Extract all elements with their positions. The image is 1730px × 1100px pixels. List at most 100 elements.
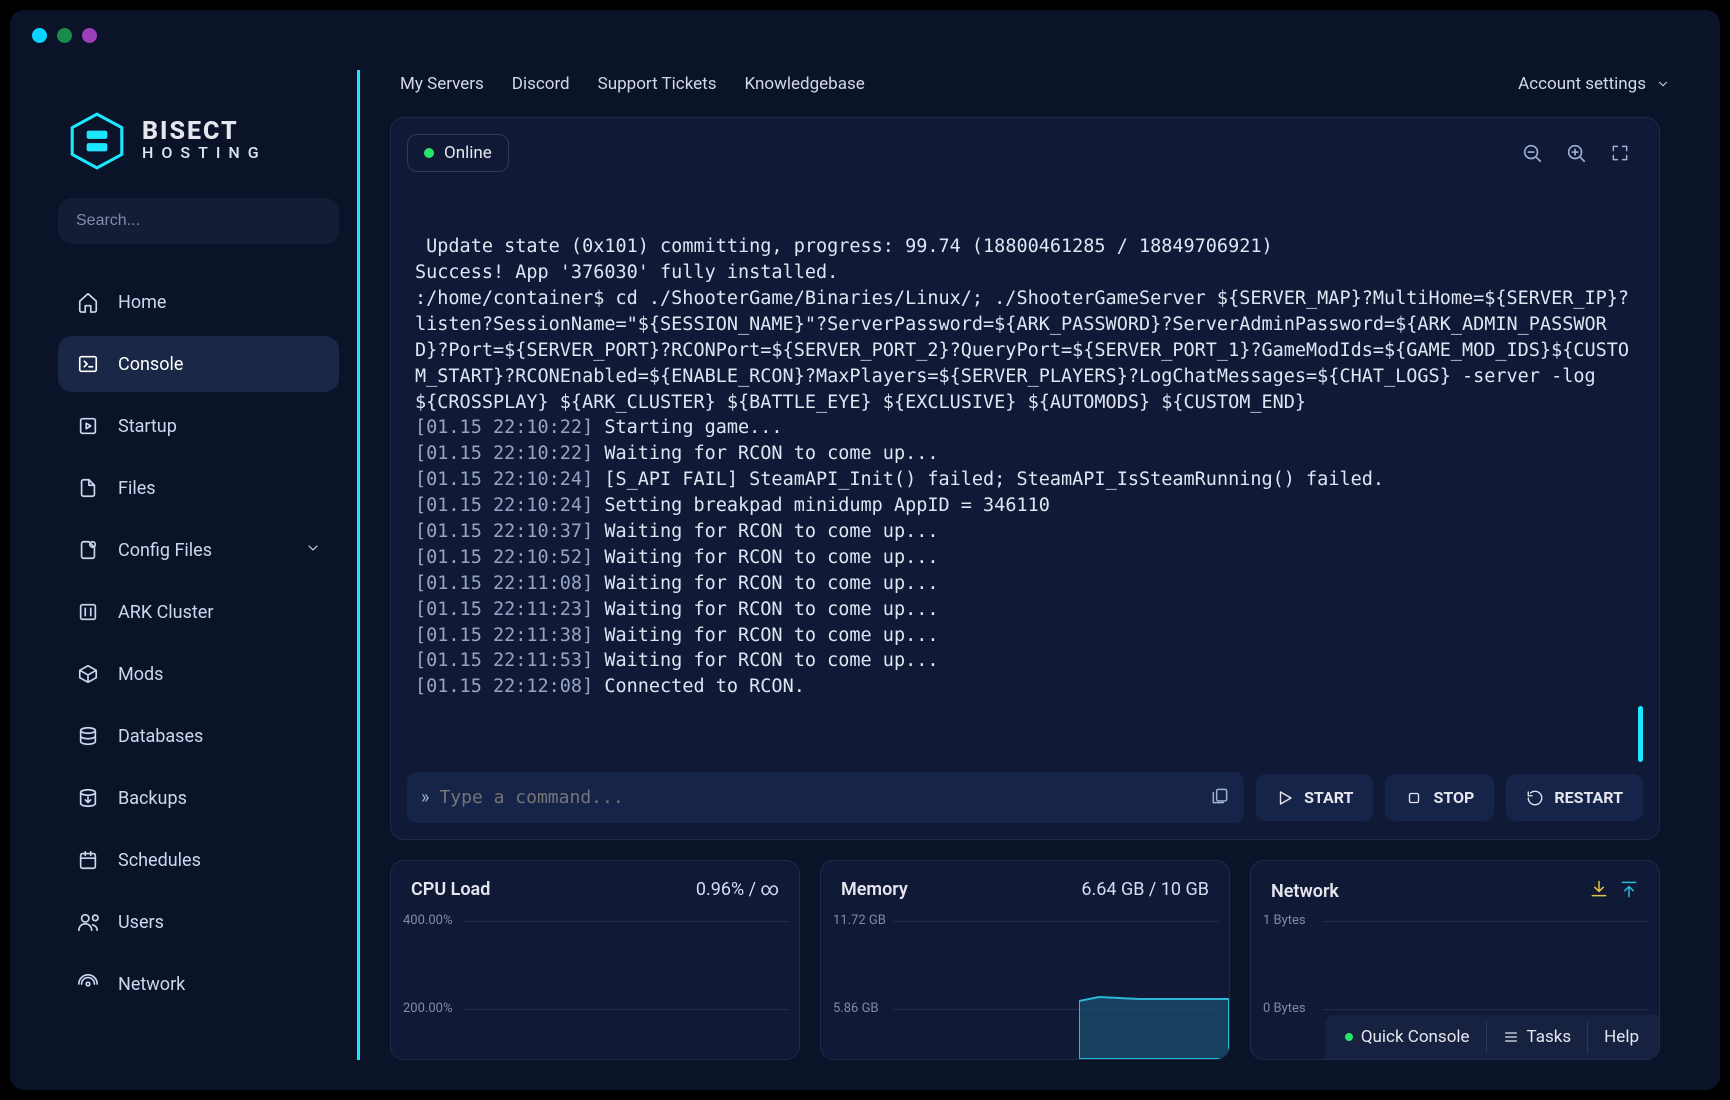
network-card: Network 1 Bytes 0 Bytes bbox=[1250, 860, 1660, 1060]
sidebar-item-users[interactable]: Users bbox=[58, 894, 339, 950]
chevron-down-icon bbox=[305, 540, 321, 561]
sidebar-item-console[interactable]: Console bbox=[58, 336, 339, 392]
schedules-icon bbox=[76, 848, 100, 872]
sidebar-item-label: Files bbox=[118, 478, 156, 499]
bottom-dock: Quick Console Tasks Help bbox=[1325, 1015, 1659, 1059]
brand-mark-icon bbox=[66, 110, 128, 172]
sidebar-item-label: Config Files bbox=[118, 540, 212, 561]
terminal-line: Update state (0x101) committing, progres… bbox=[415, 234, 1635, 260]
terminal-line: [01.15 22:10:22] Waiting for RCON to com… bbox=[415, 441, 1635, 467]
terminal-line: [01.15 22:11:38] Waiting for RCON to com… bbox=[415, 623, 1635, 649]
terminal-line: [01.15 22:11:53] Waiting for RCON to com… bbox=[415, 648, 1635, 674]
net-tick-1: 0 Bytes bbox=[1263, 1001, 1306, 1016]
cpu-tick-1: 200.00% bbox=[403, 1001, 452, 1016]
tasks-button[interactable]: Tasks bbox=[1487, 1021, 1589, 1053]
sidebar-item-mods[interactable]: Mods bbox=[58, 646, 339, 702]
sidebar-item-label: Users bbox=[118, 912, 164, 933]
quick-console-button[interactable]: Quick Console bbox=[1329, 1021, 1487, 1053]
mem-chart bbox=[1079, 989, 1229, 1059]
terminal-line: [01.15 22:10:52] Waiting for RCON to com… bbox=[415, 545, 1635, 571]
status-dot-icon bbox=[1345, 1033, 1353, 1041]
command-input-wrap: » bbox=[407, 772, 1244, 823]
restart-button[interactable]: RESTART bbox=[1506, 774, 1643, 821]
chevron-down-icon bbox=[1656, 77, 1670, 91]
databases-icon bbox=[76, 724, 100, 748]
zoom-in-button[interactable] bbox=[1561, 138, 1591, 168]
restart-icon bbox=[1526, 789, 1544, 807]
sidebar-item-label: Home bbox=[118, 292, 166, 313]
mem-tick-0: 11.72 GB bbox=[833, 913, 886, 928]
command-input[interactable] bbox=[439, 772, 1210, 823]
terminal-line: :/home/container$ cd ./ShooterGame/Binar… bbox=[415, 286, 1635, 415]
sidebar-item-label: Backups bbox=[118, 788, 187, 809]
traffic-max-icon[interactable] bbox=[82, 28, 97, 43]
backups-icon bbox=[76, 786, 100, 810]
top-nav: My Servers Discord Support Tickets Knowledg… bbox=[400, 74, 865, 94]
sidebar-item-ark-cluster[interactable]: ARK Cluster bbox=[58, 584, 339, 640]
terminal-line: [01.15 22:10:24] Setting breakpad minidu… bbox=[415, 493, 1635, 519]
terminal-scrollbar[interactable] bbox=[1638, 706, 1643, 762]
upload-icon bbox=[1619, 879, 1639, 904]
config-icon bbox=[76, 538, 100, 562]
sidebar-item-databases[interactable]: Databases bbox=[58, 708, 339, 764]
sidebar-item-startup[interactable]: Startup bbox=[58, 398, 339, 454]
help-button[interactable]: Help bbox=[1588, 1021, 1655, 1053]
users-icon bbox=[76, 910, 100, 934]
start-button[interactable]: START bbox=[1256, 774, 1373, 821]
topnav-my-servers[interactable]: My Servers bbox=[400, 74, 484, 94]
topnav-knowledgebase[interactable]: Knowledgebase bbox=[745, 74, 865, 94]
sidebar-item-backups[interactable]: Backups bbox=[58, 770, 339, 826]
cpu-card: CPU Load 0.96% / ∞ 400.00% 200.00% bbox=[390, 860, 800, 1060]
status-pill: Online bbox=[407, 134, 509, 172]
traffic-close-icon[interactable] bbox=[32, 28, 47, 43]
sidebar-item-label: Databases bbox=[118, 726, 203, 747]
terminal-line: [01.15 22:11:23] Waiting for RCON to com… bbox=[415, 597, 1635, 623]
stop-icon bbox=[1405, 789, 1423, 807]
sidebar: BISECT HOSTING Home Console Startup Files Co… bbox=[40, 70, 360, 1060]
brand-logo: BISECT HOSTING bbox=[58, 100, 339, 198]
memory-card: Memory 6.64 GB / 10 GB 11.72 GB 5.86 GB bbox=[820, 860, 1230, 1060]
main: My Servers Discord Support Tickets Knowledg… bbox=[360, 70, 1690, 1060]
mem-tick-1: 5.86 GB bbox=[833, 1001, 879, 1016]
download-icon bbox=[1589, 879, 1609, 904]
play-icon bbox=[1276, 789, 1294, 807]
stop-button[interactable]: STOP bbox=[1385, 774, 1494, 821]
sidebar-item-label: Network bbox=[118, 974, 185, 995]
startup-icon bbox=[76, 414, 100, 438]
cpu-value: 0.96% / ∞ bbox=[696, 879, 779, 900]
terminal-line: [01.15 22:10:37] Waiting for RCON to com… bbox=[415, 519, 1635, 545]
mods-icon bbox=[76, 662, 100, 686]
search-input[interactable] bbox=[58, 198, 339, 244]
home-icon bbox=[76, 290, 100, 314]
paste-icon[interactable] bbox=[1210, 786, 1230, 810]
stats-row: CPU Load 0.96% / ∞ 400.00% 200.00% Memor… bbox=[390, 860, 1660, 1060]
terminal-line: [01.15 22:10:22] Starting game... bbox=[415, 415, 1635, 441]
network-title: Network bbox=[1271, 881, 1339, 902]
list-icon bbox=[1503, 1029, 1519, 1045]
status-dot-icon bbox=[424, 148, 434, 158]
sidebar-item-files[interactable]: Files bbox=[58, 460, 339, 516]
terminal-output: Update state (0x101) committing, progres… bbox=[407, 172, 1643, 766]
topnav-discord[interactable]: Discord bbox=[512, 74, 570, 94]
topbar: My Servers Discord Support Tickets Knowledg… bbox=[360, 70, 1690, 97]
account-menu[interactable]: Account settings bbox=[1518, 74, 1670, 94]
sidebar-item-label: ARK Cluster bbox=[118, 602, 213, 623]
sidebar-item-home[interactable]: Home bbox=[58, 274, 339, 330]
terminal-line: Success! App '376030' fully installed. bbox=[415, 260, 1635, 286]
sidebar-item-network[interactable]: Network bbox=[58, 956, 339, 1012]
brand-sub: HOSTING bbox=[142, 143, 267, 162]
cpu-tick-0: 400.00% bbox=[403, 913, 452, 928]
zoom-out-button[interactable] bbox=[1517, 138, 1547, 168]
console-card: Online Update state (0x101) committing, … bbox=[390, 117, 1660, 840]
net-tick-0: 1 Bytes bbox=[1263, 913, 1306, 928]
files-icon bbox=[76, 476, 100, 500]
fullscreen-button[interactable] bbox=[1605, 138, 1635, 168]
sidebar-item-schedules[interactable]: Schedules bbox=[58, 832, 339, 888]
sidebar-item-label: Startup bbox=[118, 416, 177, 437]
cluster-icon bbox=[76, 600, 100, 624]
terminal-line: [01.15 22:10:24] [S_API FAIL] SteamAPI_I… bbox=[415, 467, 1635, 493]
status-label: Online bbox=[444, 143, 492, 163]
traffic-min-icon[interactable] bbox=[57, 28, 72, 43]
topnav-support-tickets[interactable]: Support Tickets bbox=[598, 74, 717, 94]
sidebar-item-config-files[interactable]: Config Files bbox=[58, 522, 339, 578]
